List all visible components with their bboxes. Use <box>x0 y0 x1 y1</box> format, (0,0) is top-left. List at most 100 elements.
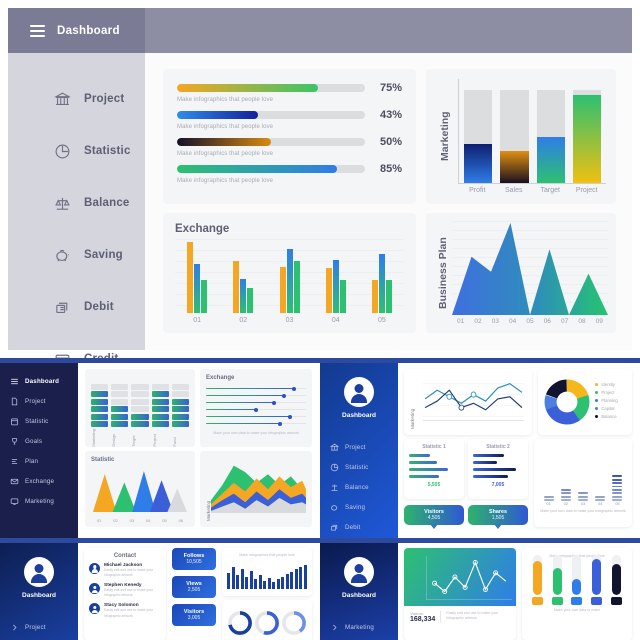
thermometer-column <box>610 555 623 606</box>
list-icon <box>10 457 19 466</box>
exchange-x-labels: 01 02 03 04 05 <box>175 313 404 324</box>
exchange-bar <box>293 261 300 313</box>
mini-bar <box>254 578 258 590</box>
dot-matrix-chart <box>540 445 626 501</box>
contact-list: Michael Jackson Easily edit and use to ma… <box>89 563 161 619</box>
block-chart <box>91 375 190 427</box>
shares-badge[interactable]: Shares 1,505 <box>468 505 528 525</box>
visitors-badge[interactable]: Visitors 3,005 <box>172 604 216 626</box>
visitors-badge[interactable]: Visitors 4,505 <box>404 505 464 525</box>
dashboard-content: 75% Make infographics that people love 4… <box>145 53 632 350</box>
marketing-x-label: Sales <box>504 187 523 194</box>
stat-bar-row <box>409 474 459 479</box>
exchange-bar <box>385 280 392 313</box>
scales-icon <box>330 483 339 492</box>
thermometer-fill <box>533 561 543 596</box>
lollipop-row <box>206 399 306 406</box>
thumbnail-3[interactable]: Dashboard ProjectStatisticBalance Contac… <box>0 538 320 640</box>
thumb2-donut-card: Identity Project Planning Capital Balance <box>538 369 632 435</box>
views-badge[interactable]: Views 2,505 <box>172 576 216 598</box>
calendar-icon <box>10 417 19 426</box>
donut-legend: Identity Project Planning Capital Balance <box>595 382 626 422</box>
thumb4-metric-value: 168,334 <box>410 616 436 623</box>
dot-mark <box>560 489 571 491</box>
progress-caption: Make infographics that people love <box>177 178 274 184</box>
shares-badge-value: 1,505 <box>491 515 505 521</box>
mini-bar <box>258 574 262 590</box>
scales-icon <box>54 195 71 212</box>
stat-bar-row <box>409 454 459 458</box>
sidebar-item-balance[interactable]: Balance <box>330 483 398 492</box>
stat-bar <box>473 474 508 479</box>
thumb4-line-card: Visitors 168,334 Easily edit and use to … <box>404 548 516 640</box>
sidebar-item-statistic[interactable]: Statistic <box>8 133 145 169</box>
piggy-bank-icon <box>54 247 71 264</box>
thumbnail-4[interactable]: Dashboard MarketingDesign <box>320 538 640 640</box>
dot-mark <box>543 495 554 498</box>
dot-mark <box>577 499 588 501</box>
thumb1-sidebar: Dashboard Project Statistic Goals Plan Exchan… <box>0 363 78 538</box>
sidebar-item-saving[interactable]: Saving <box>8 237 145 273</box>
mini-bar <box>231 567 235 590</box>
top-bar-brand[interactable]: Dashboard <box>8 8 145 53</box>
sidebar-item-project[interactable]: Project <box>10 397 78 406</box>
sidebar-item-project[interactable]: Project <box>8 81 145 117</box>
sidebar-item-label: Project <box>25 624 46 631</box>
exchange-bar-group <box>366 239 398 313</box>
contact-description: Easily edit and use to make your infogra… <box>104 588 154 598</box>
business-plan-x-label: 07 <box>561 318 569 325</box>
sidebar-item-dashboard[interactable]: Dashboard <box>10 377 78 386</box>
sidebar-item-saving[interactable]: Saving <box>330 503 398 512</box>
block-chart-cell <box>131 391 149 397</box>
dot-chart-caption: Make your own data to make your infograp… <box>540 509 626 513</box>
sidebar-item-marketing[interactable]: Marketing <box>10 497 78 506</box>
contact-list-item[interactable]: Stephen Kenedy Easily edit and use to mak… <box>89 583 161 598</box>
thermometer-tube <box>552 555 562 596</box>
stat2-total: 7,005 <box>491 481 505 488</box>
sidebar-item-debit[interactable]: Debit <box>330 523 398 532</box>
contact-list-item[interactable]: Stacy Solomon Easily edit and use to make… <box>89 603 161 618</box>
dot-mark <box>560 492 571 495</box>
business-plan-x-label: 05 <box>526 318 534 325</box>
hamburger-icon[interactable] <box>30 24 45 37</box>
sidebar-item-debit[interactable]: Debit <box>8 289 145 325</box>
block-chart-cell <box>151 383 169 390</box>
contact-list-item[interactable]: Michael Jackson Easily edit and use to ma… <box>89 563 161 578</box>
thumbnail-2[interactable]: Dashboard Project Statistic Balance Saving D… <box>320 358 640 538</box>
mini-bar <box>249 570 253 590</box>
sidebar-item-goals[interactable]: Goals <box>10 437 78 446</box>
sidebar-item-label: Statistic <box>345 464 369 471</box>
sidebar-item-balance[interactable]: Balance <box>8 185 145 221</box>
block-chart-column <box>131 383 149 427</box>
block-chart-column <box>171 383 190 427</box>
sidebar-item-project[interactable]: Project <box>330 443 398 452</box>
dot-column <box>577 492 588 501</box>
lollipop-row <box>206 385 306 392</box>
exchange-bar-group <box>227 239 259 313</box>
sidebar-item-plan[interactable]: Plan <box>10 457 78 466</box>
sidebar-item-project[interactable]: Project <box>10 623 78 632</box>
sidebar-item-label: Marketing <box>345 624 374 631</box>
dot-chart-label: 04 <box>597 501 603 506</box>
sidebar-item-label: Project <box>25 398 46 405</box>
dot-mark <box>612 485 623 488</box>
marketing-bar <box>500 90 529 183</box>
dot-mark <box>577 492 588 495</box>
bank-icon <box>54 91 71 108</box>
dot-mark <box>612 478 623 481</box>
thumbnail-1[interactable]: Dashboard Project Statistic Goals Plan Exchan… <box>0 358 320 538</box>
thumbnail-grid: Dashboard Project Statistic Goals Plan Exchan… <box>0 358 640 640</box>
donut-legend-label: Planning <box>601 398 618 403</box>
block-chart-cell <box>91 406 109 412</box>
follows-badge[interactable]: Follows 10,505 <box>172 548 216 570</box>
donut-legend-swatch <box>595 406 599 411</box>
mini-bar <box>281 577 285 590</box>
donut-legend-item: Capital <box>595 406 626 411</box>
exchange-bar <box>247 287 254 313</box>
sidebar-item-marketing[interactable]: Marketing <box>330 623 398 632</box>
sidebar-item-statistic[interactable]: Statistic <box>10 417 78 426</box>
block-chart-cell <box>171 391 190 397</box>
sidebar-item-exchange[interactable]: Exchange <box>10 477 78 486</box>
sidebar-item-statistic[interactable]: Statistic <box>330 463 398 472</box>
stat1-title: Statistic 1 <box>422 444 446 450</box>
